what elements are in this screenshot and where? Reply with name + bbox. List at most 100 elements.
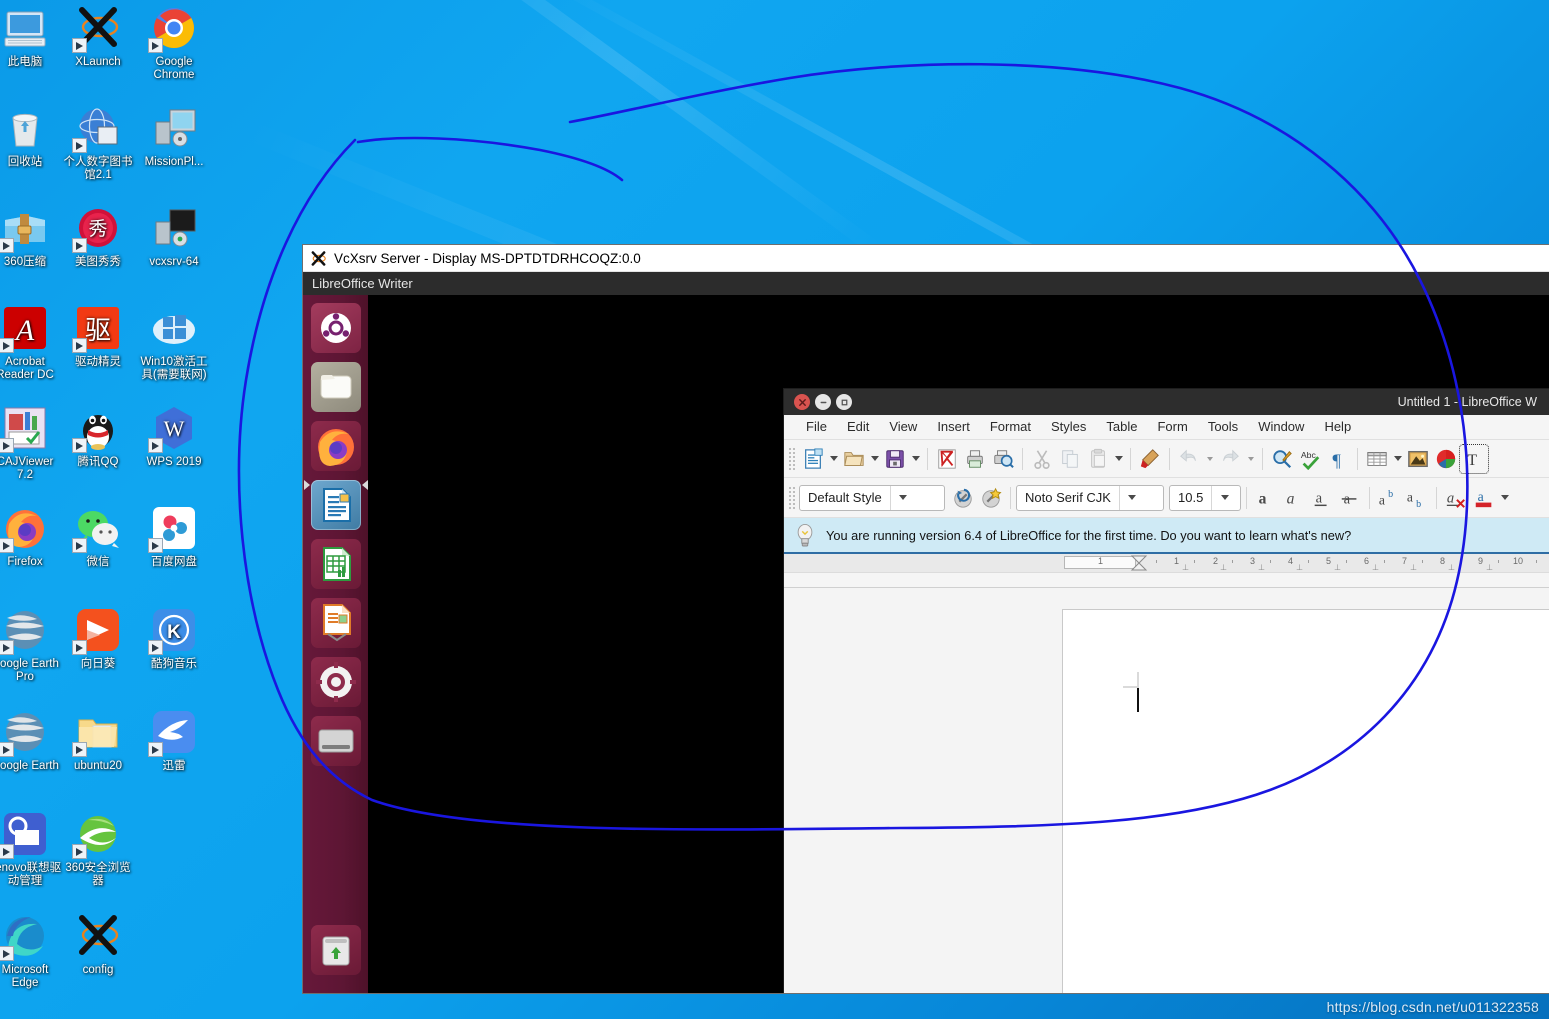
font-color-button[interactable]: a [1470, 484, 1498, 512]
paste-button[interactable] [1084, 445, 1112, 473]
desktop-icon-xlaunch[interactable]: XLaunch [61, 4, 135, 69]
font-color-dropdown[interactable] [1498, 485, 1511, 511]
menu-view[interactable]: View [879, 415, 927, 439]
desktop-icon-chrome[interactable]: Google Chrome [137, 4, 211, 82]
font-size-combo[interactable]: 10.5 [1169, 484, 1241, 511]
desktop-icon-google-earth[interactable]: Google Earth [0, 708, 62, 773]
desktop-icon-vcxsrv64[interactable]: vcxsrv-64 [137, 204, 211, 269]
desktop-icon-edge[interactable]: Microsoft Edge [0, 912, 62, 990]
copy-button[interactable] [1056, 445, 1084, 473]
indent-marker-icon[interactable] [1130, 555, 1148, 572]
print-preview-button[interactable] [989, 445, 1017, 473]
menu-help[interactable]: Help [1314, 415, 1361, 439]
insert-chart-button[interactable] [1432, 445, 1460, 473]
underline-button[interactable]: a [1308, 484, 1336, 512]
superscript-button[interactable]: ab [1375, 484, 1403, 512]
menu-styles[interactable]: Styles [1041, 415, 1096, 439]
launcher-item-trash[interactable] [311, 925, 361, 975]
paragraph-style-combo[interactable]: Default Style [799, 484, 945, 511]
bold-button[interactable]: a [1252, 484, 1280, 512]
desktop-icon-cajviewer[interactable]: CAJViewer 7.2 [0, 404, 62, 482]
launcher-item-files[interactable] [311, 362, 361, 412]
desktop-icon-mission-planner[interactable]: MissionPl... [137, 104, 211, 169]
desktop-icon-qq[interactable]: 腾讯QQ [61, 404, 135, 469]
formatting-marks-button[interactable]: ¶ [1324, 445, 1352, 473]
desktop-icon-driver-genius[interactable]: 驱 驱动精灵 [61, 304, 135, 369]
vcxsrv-titlebar[interactable]: VcXsrv Server - Display MS-DPTDTDRHCOQZ:… [303, 245, 1549, 272]
insert-table-dropdown[interactable] [1391, 446, 1404, 472]
vcxsrv-server-window[interactable]: VcXsrv Server - Display MS-DPTDTDRHCOQZ:… [303, 245, 1549, 993]
desktop-icon-baidu-netdisk[interactable]: 百度网盘 [137, 504, 211, 569]
open-button[interactable] [840, 445, 868, 473]
desktop-icon-lenovo-driver[interactable]: Lenovo联想驱动管理 [0, 810, 62, 888]
desktop-icon-360browser[interactable]: 360安全浏览器 [61, 810, 135, 888]
font-size-dropdown-icon[interactable] [1211, 485, 1237, 510]
launcher-item-libreoffice-impress[interactable] [311, 598, 361, 648]
insert-table-button[interactable] [1363, 445, 1391, 473]
libreoffice-menubar[interactable]: File Edit View Insert Format Styles Tabl… [784, 415, 1549, 440]
desktop-icon-wps[interactable]: W WPS 2019 [137, 404, 211, 469]
formatting-toolbar[interactable]: Default Style Noto Serif CJK 10.5 a a a … [784, 478, 1549, 518]
desktop-icon-thunder[interactable]: 迅雷 [137, 708, 211, 773]
launcher-item-system-settings[interactable] [311, 657, 361, 707]
desktop-icon-google-earth-pro[interactable]: Google Earth Pro [0, 606, 62, 684]
menu-edit[interactable]: Edit [837, 415, 879, 439]
desktop-icon-wechat[interactable]: 微信 [61, 504, 135, 569]
redo-dropdown[interactable] [1244, 446, 1257, 472]
unity-launcher[interactable] [303, 295, 368, 993]
font-name-dropdown-icon[interactable] [1118, 485, 1145, 510]
desktop-icon-sunflower[interactable]: 向日葵 [61, 606, 135, 671]
menu-file[interactable]: File [796, 415, 837, 439]
desktop-icon-360zip[interactable]: 360压缩 [0, 204, 62, 269]
insert-textbox-button[interactable]: T [1459, 443, 1489, 474]
menu-tools[interactable]: Tools [1198, 415, 1248, 439]
launcher-item-libreoffice-calc[interactable] [311, 539, 361, 589]
spelling-button[interactable]: Abc [1296, 445, 1324, 473]
toolbar-grip[interactable] [788, 485, 795, 510]
libreoffice-titlebar[interactable]: Untitled 1 - LibreOffice W [784, 389, 1549, 415]
cut-button[interactable] [1028, 445, 1056, 473]
document-page[interactable] [1063, 610, 1549, 993]
new-style-button[interactable] [977, 484, 1005, 512]
paragraph-style-dropdown-icon[interactable] [889, 485, 916, 510]
clone-formatting-button[interactable] [1136, 445, 1164, 473]
horizontal-ruler[interactable]: 1 1 2 3 4 5 6 7 8 9 10 ⊥ ⊥ ⊥ ⊥ ⊥ ⊥ ⊥ ⊥ ⊥ [784, 554, 1549, 573]
export-pdf-button[interactable] [933, 445, 961, 473]
desktop-icon-kugou[interactable]: K 酷狗音乐 [137, 606, 211, 671]
undo-dropdown[interactable] [1203, 446, 1216, 472]
close-icon[interactable] [794, 394, 810, 410]
document-canvas[interactable] [784, 587, 1549, 993]
desktop-icon-firefox[interactable]: Firefox [0, 504, 62, 569]
launcher-item-libreoffice-writer[interactable] [304, 480, 368, 530]
italic-button[interactable]: a [1280, 484, 1308, 512]
windows-desktop[interactable]: 此电脑 XLaunch Google Chrome 回收站 个人数字图书馆2.1… [0, 0, 1549, 1019]
new-document-dropdown[interactable] [827, 446, 840, 472]
desktop-icon-acrobat[interactable]: A Acrobat Reader DC [0, 304, 62, 382]
open-dropdown[interactable] [868, 446, 881, 472]
unity-top-panel[interactable]: LibreOffice Writer [303, 272, 1549, 295]
subscript-button[interactable]: ab [1403, 484, 1431, 512]
desktop-icon-ubuntu20-folder[interactable]: ubuntu20 [61, 708, 135, 773]
menu-format[interactable]: Format [980, 415, 1041, 439]
first-run-infobar[interactable]: You are running version 6.4 of LibreOffi… [784, 518, 1549, 554]
menu-insert[interactable]: Insert [927, 415, 980, 439]
new-document-button[interactable] [799, 445, 827, 473]
desktop-icon-digital-library[interactable]: 个人数字图书馆2.1 [61, 104, 135, 182]
toolbar-grip[interactable] [788, 446, 795, 471]
redo-button[interactable] [1216, 445, 1244, 473]
font-name-combo[interactable]: Noto Serif CJK [1016, 484, 1164, 511]
menu-window[interactable]: Window [1248, 415, 1314, 439]
update-style-button[interactable] [949, 484, 977, 512]
launcher-item-ubuntu-dash[interactable] [311, 303, 361, 353]
minimize-icon[interactable] [815, 394, 831, 410]
standard-toolbar[interactable]: Abc ¶ T [784, 440, 1549, 478]
strikethrough-button[interactable]: a [1336, 484, 1364, 512]
desktop-icon-recycle-bin[interactable]: 回收站 [0, 104, 62, 169]
save-button[interactable] [881, 445, 909, 473]
menu-form[interactable]: Form [1147, 415, 1197, 439]
desktop-icon-xlaunch-config[interactable]: config [61, 912, 135, 977]
desktop-icon-win10-activate[interactable]: Win10激活工具(需要联网) [137, 304, 211, 382]
launcher-item-disk-drive[interactable] [311, 716, 361, 766]
paste-dropdown[interactable] [1112, 446, 1125, 472]
desktop-icon-meitu[interactable]: 秀 美图秀秀 [61, 204, 135, 269]
